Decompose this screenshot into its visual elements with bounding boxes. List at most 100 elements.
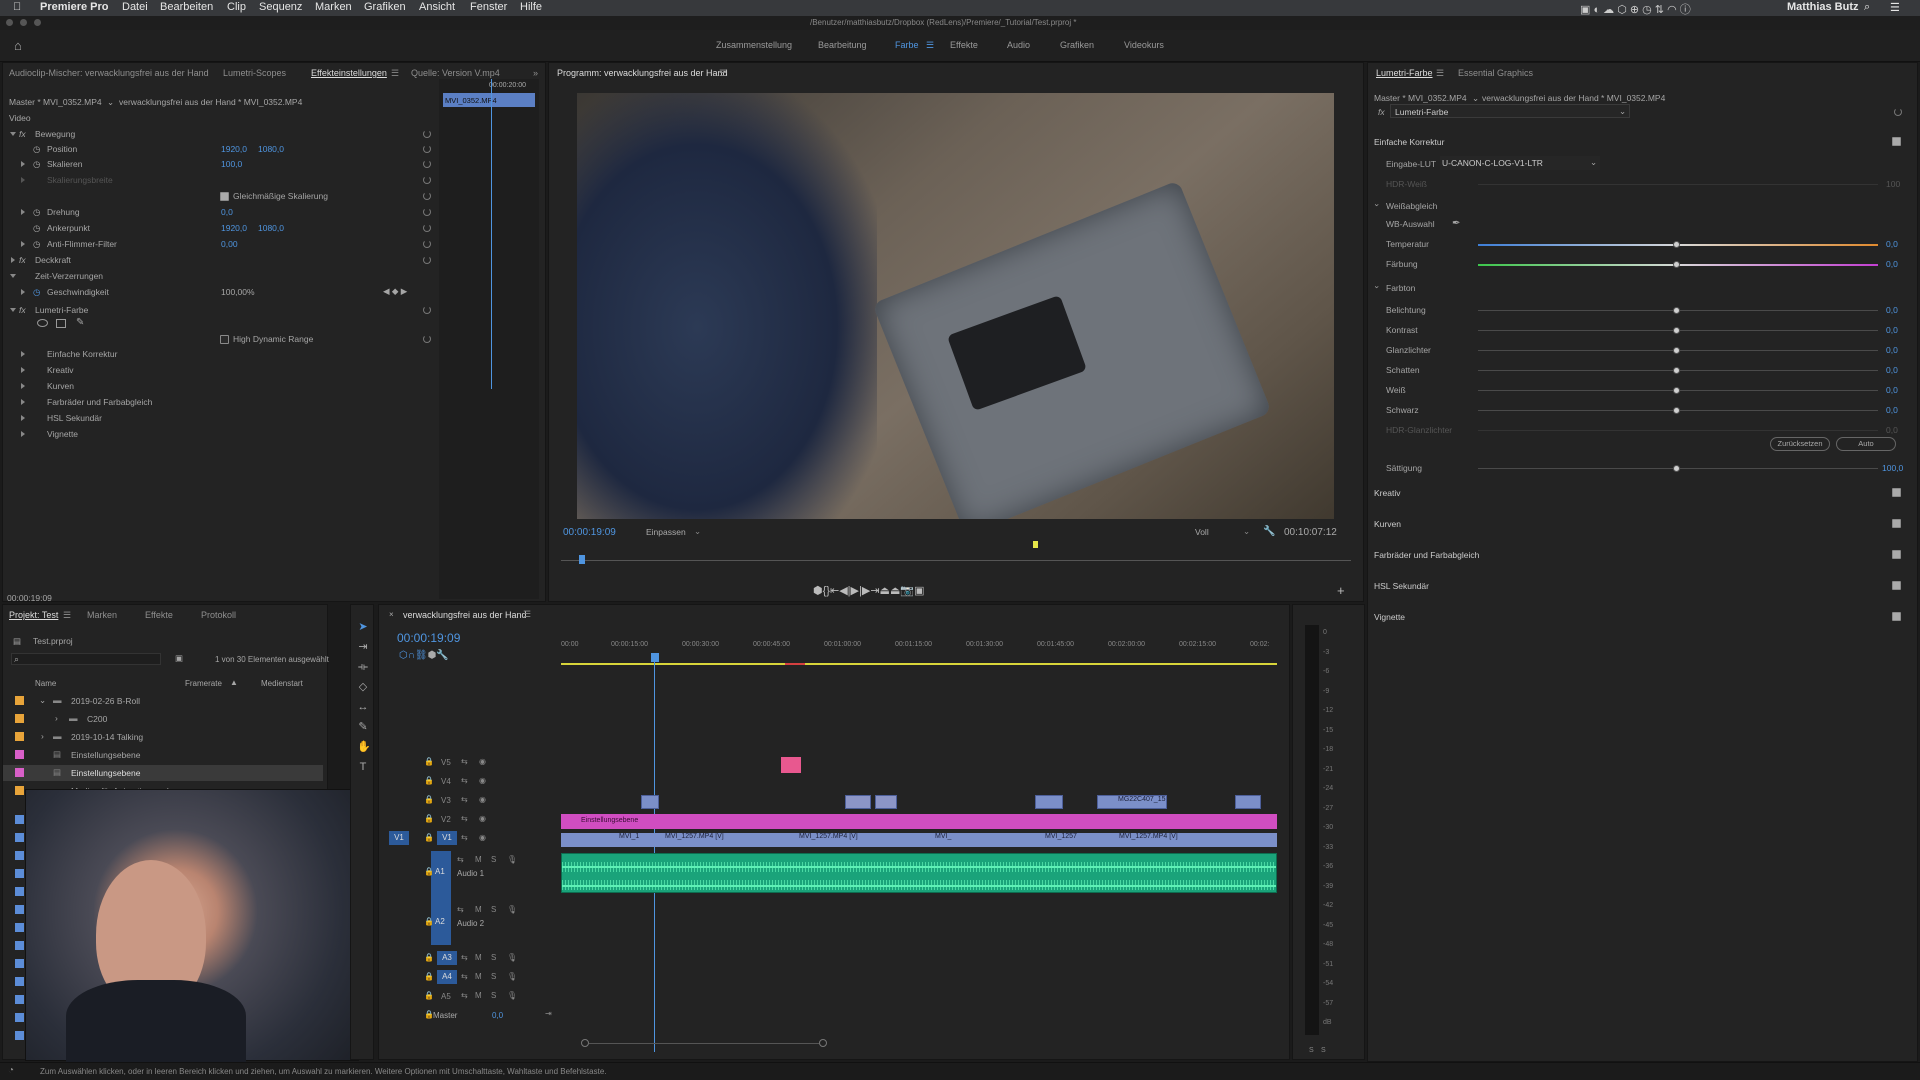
solo-button[interactable]: S xyxy=(491,953,496,962)
basic-correction-header[interactable]: Einfache Korrektur xyxy=(1374,137,1444,147)
project-search-input[interactable]: ⌕ xyxy=(11,653,161,665)
clip-v3[interactable] xyxy=(1035,795,1063,809)
zoom-handle-left[interactable] xyxy=(581,1039,589,1047)
list-item[interactable]: ⌄ ▬ 2019-02-26 B-Roll xyxy=(3,693,323,709)
effect-controls-timecode[interactable]: 00:00:19:09 xyxy=(7,593,52,603)
lock-icon[interactable]: 🔒 xyxy=(424,917,434,926)
tab-menu-icon[interactable]: ☰ xyxy=(63,610,71,621)
lock-icon[interactable]: 🔒 xyxy=(424,776,434,785)
compare-icon[interactable]: ▣ xyxy=(914,585,924,597)
track-label[interactable]: A4 xyxy=(437,970,457,984)
more-tabs-icon[interactable]: » xyxy=(533,68,538,78)
microphone-icon[interactable]: 🎙 xyxy=(507,972,517,981)
sequence-clip-label[interactable]: verwacklungsfrei aus der Hand * MVI_0352… xyxy=(119,97,302,107)
workspace-bearbeitung[interactable]: Bearbeitung xyxy=(818,40,867,50)
tab-menu-icon[interactable]: ☰ xyxy=(1436,68,1444,79)
camera-icon[interactable]: 📷 xyxy=(900,585,914,597)
add-button-icon[interactable]: + xyxy=(1337,583,1345,598)
eyedropper-icon[interactable]: ✒ xyxy=(1452,218,1460,229)
expand-speed-icon[interactable] xyxy=(21,289,25,295)
home-icon[interactable]: ⌂ xyxy=(14,38,22,53)
stopwatch-icon[interactable]: ◷ xyxy=(33,159,40,170)
lumetri-effect-select[interactable]: Lumetri-Farbe ⌄ xyxy=(1390,104,1630,118)
expand-bewegung-icon[interactable] xyxy=(10,132,16,136)
zoom-window-button[interactable] xyxy=(34,19,41,26)
shadows-value[interactable]: 0,0 xyxy=(1886,365,1898,375)
section-kreativ[interactable]: Kreativ xyxy=(47,365,73,375)
clip-v3-named[interactable]: MG22C407_15 xyxy=(1097,795,1167,809)
program-timecode[interactable]: 00:00:19:09 xyxy=(563,527,616,538)
go-to-in-icon[interactable]: ⇤ xyxy=(830,585,839,597)
track-select-tool-icon[interactable]: ⇥ xyxy=(357,641,369,653)
fit-dropdown[interactable]: Einpassen xyxy=(646,527,686,537)
stopwatch-icon[interactable]: ◷ xyxy=(33,287,40,298)
tab-menu-icon[interactable]: ☰ xyxy=(523,609,531,620)
tab-lumetri-color[interactable]: Lumetri-Farbe xyxy=(1376,68,1433,78)
eye-icon[interactable]: ◉ xyxy=(479,814,486,823)
reset-opacity-icon[interactable] xyxy=(423,256,431,264)
marker[interactable] xyxy=(1033,541,1038,548)
blacks-knob[interactable] xyxy=(1673,407,1680,414)
anchor-x-value[interactable]: 1920,0 xyxy=(221,223,247,233)
sync-lock-icon[interactable]: ⇆ xyxy=(461,833,468,842)
section-einfache-korrektur[interactable]: Einfache Korrektur xyxy=(47,349,117,359)
hsl-checkbox[interactable] xyxy=(1892,581,1901,590)
expand-time-remap-icon[interactable] xyxy=(10,274,16,278)
menu-hilfe[interactable]: Hilfe xyxy=(520,1,542,13)
microphone-icon[interactable]: 🎙 xyxy=(507,855,517,864)
lock-icon[interactable]: 🔒 xyxy=(424,795,434,804)
expand-vignette-icon[interactable] xyxy=(21,431,25,437)
sync-lock-icon[interactable]: ⇆ xyxy=(461,953,468,962)
clip-v3[interactable] xyxy=(845,795,871,809)
section-creative[interactable]: Kreativ xyxy=(1374,488,1400,498)
sync-lock-icon[interactable]: ⇆ xyxy=(461,991,468,1000)
contrast-value[interactable]: 0,0 xyxy=(1886,325,1898,335)
reset-scale-icon[interactable] xyxy=(423,160,431,168)
eye-icon[interactable]: ◉ xyxy=(479,795,486,804)
linked-selection-icon[interactable]: ⛓ xyxy=(415,650,428,661)
snap-icon[interactable]: ∩ xyxy=(408,650,415,661)
expand-rotation-icon[interactable] xyxy=(21,209,25,215)
expand-scale-width-icon[interactable] xyxy=(21,177,25,183)
position-x-value[interactable]: 1920,0 xyxy=(221,144,247,154)
hdr-white-slider[interactable] xyxy=(1478,184,1878,185)
apple-menu-icon[interactable]:  xyxy=(13,1,21,13)
go-to-end-icon[interactable]: ⇥ xyxy=(545,1009,552,1018)
mini-timeline-clip[interactable]: MVI_0352.MP4 xyxy=(443,93,535,107)
tone-expand-icon[interactable]: › xyxy=(1372,286,1382,289)
list-item[interactable]: › ▬ C200 xyxy=(3,711,323,727)
expand-basic-icon[interactable] xyxy=(21,351,25,357)
new-bin-icon[interactable]: ▣ xyxy=(175,653,183,664)
program-playhead[interactable] xyxy=(579,555,585,564)
reset-rotation-icon[interactable] xyxy=(423,208,431,216)
eye-icon[interactable]: ◉ xyxy=(479,757,486,766)
wrench-icon[interactable]: 🔧 xyxy=(1263,526,1275,537)
section-color-wheels[interactable]: Farbräder und Farbabgleich xyxy=(1374,550,1479,560)
clip-v1[interactable]: MVI_1257.MP4 [V] xyxy=(1101,833,1271,847)
chevron-down-icon[interactable]: ⌄ xyxy=(39,695,46,706)
tab-lumetri-scopes[interactable]: Lumetri-Scopes xyxy=(223,68,286,78)
color-wheels-checkbox[interactable] xyxy=(1892,550,1901,559)
solo-button[interactable]: S xyxy=(491,991,496,1000)
workspace-zusammenstellung[interactable]: Zusammenstellung xyxy=(716,40,792,50)
type-tool-icon[interactable]: T xyxy=(357,761,369,773)
lock-icon[interactable]: 🔒 xyxy=(424,814,434,823)
label-color-swatch[interactable] xyxy=(15,696,24,705)
tab-history[interactable]: Protokoll xyxy=(201,610,236,620)
lock-icon[interactable]: 🔒 xyxy=(424,991,434,1000)
sort-ascending-icon[interactable]: ▲ xyxy=(230,678,238,687)
zoom-handle-right[interactable] xyxy=(819,1039,827,1047)
section-vignette[interactable]: Vignette xyxy=(1374,612,1405,622)
tint-value[interactable]: 0,0 xyxy=(1886,259,1898,269)
section-hsl[interactable]: HSL Sekundär xyxy=(47,413,102,423)
scale-value[interactable]: 100,0 xyxy=(221,159,242,169)
auto-button[interactable]: Auto xyxy=(1836,437,1896,451)
contrast-knob[interactable] xyxy=(1673,327,1680,334)
anti-flicker-value[interactable]: 0,00 xyxy=(221,239,238,249)
vignette-checkbox[interactable] xyxy=(1892,612,1901,621)
clip-v5-graphic[interactable] xyxy=(781,757,801,773)
clip-v3[interactable] xyxy=(1235,795,1261,809)
fit-chevron-down-icon[interactable]: ⌄ xyxy=(694,526,701,537)
position-y-value[interactable]: 1080,0 xyxy=(258,144,284,154)
temperature-knob[interactable] xyxy=(1673,241,1680,248)
